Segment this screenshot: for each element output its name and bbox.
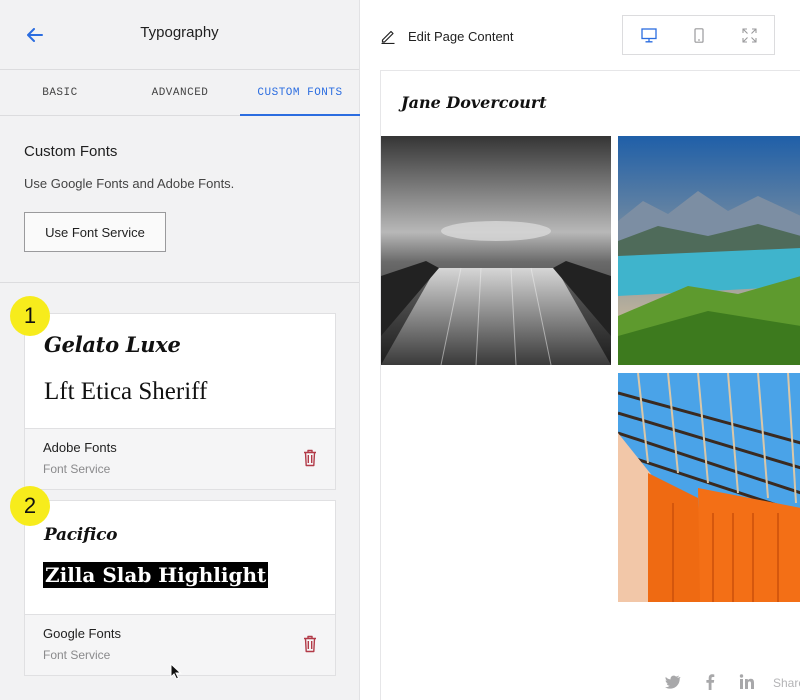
share-label: Share [773,676,800,690]
edit-page-content-label: Edit Page Content [408,28,514,44]
gallery-image[interactable] [618,373,800,602]
font-provider: Adobe Fonts [43,440,117,455]
twitter-icon[interactable] [665,673,681,691]
panel-header: Typography [0,0,359,70]
typography-panel: Typography BASIC ADVANCED CUSTOM FONTS C… [0,0,360,700]
panel-title: Typography [140,24,219,41]
section-divider [0,282,359,283]
sample-font-name: Zilla Slab Highlight [43,562,269,588]
step-badge: 1 [10,296,50,336]
font-provider: Google Fonts [43,626,122,641]
tab-custom-fonts[interactable]: CUSTOM FONTS [240,71,360,116]
fullscreen-button[interactable] [724,16,774,54]
facebook-icon[interactable] [705,673,715,691]
trash-icon[interactable] [303,449,317,467]
gallery-image[interactable] [618,136,800,365]
sample-font-name: Lft Etica Sheriff [44,378,208,405]
desktop-view-button[interactable] [624,16,674,54]
edit-page-content-button[interactable]: Edit Page Content [380,28,514,44]
tab-basic[interactable]: BASIC [0,71,120,116]
site-title: Jane Dovercourt [401,93,547,112]
custom-fonts-heading: Custom Fonts [24,143,118,160]
font-provider-type: Font Service [43,462,111,476]
font-card[interactable]: Gelato Luxe Lft Etica Sheriff Adobe Font… [24,313,336,490]
typography-tabs: BASIC ADVANCED CUSTOM FONTS [0,71,360,116]
font-card[interactable]: Pacifico Zilla Slab Highlight Google Fon… [24,500,336,676]
page-preview: Jane Dovercourt Shar [380,70,800,700]
use-font-service-button[interactable]: Use Font Service [24,212,166,252]
font-card-footer: Adobe Fonts Font Service [25,428,335,489]
fullscreen-icon [741,27,757,43]
tab-advanced[interactable]: ADVANCED [120,71,240,116]
gallery-image[interactable] [381,136,611,365]
font-provider-type: Font Service [43,648,111,662]
display-font-name: Gelato Luxe [44,332,181,357]
trash-icon[interactable] [303,635,317,653]
device-preview-toggle [622,15,775,55]
pencil-icon [381,30,395,44]
display-font-name: Pacifico [44,525,118,545]
mobile-icon [694,27,704,43]
desktop-icon [641,27,657,42]
step-badge: 2 [10,486,50,526]
linkedin-icon[interactable] [739,673,755,691]
mouse-cursor-icon [170,663,182,680]
custom-fonts-description: Use Google Fonts and Adobe Fonts. [24,176,235,191]
mobile-view-button[interactable] [674,16,724,54]
